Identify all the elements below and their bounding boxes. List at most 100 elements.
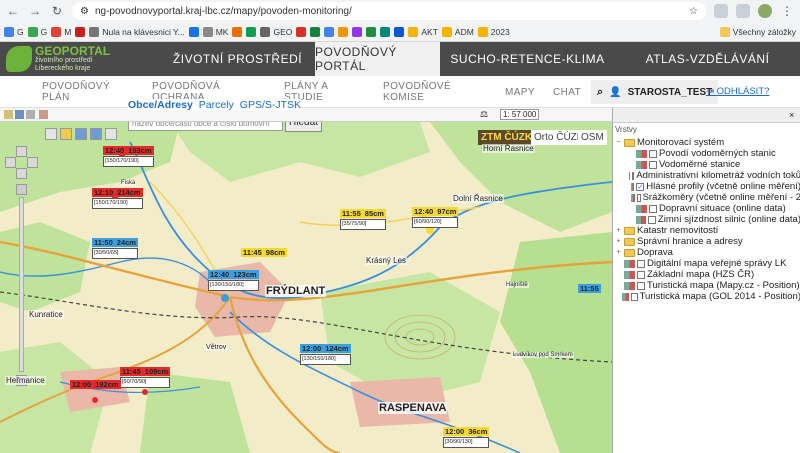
submenu-povodnove-komise[interactable]: POVODŇOVÉ KOMISE xyxy=(383,81,451,103)
layer-node[interactable]: ✓ Hlásné profily (včetně online měření) xyxy=(613,181,800,192)
back-tool-icon[interactable] xyxy=(75,128,87,140)
layer-checkbox[interactable] xyxy=(649,204,657,213)
pan-up-button[interactable] xyxy=(16,146,27,157)
bookmark-item[interactable]: G xyxy=(27,26,47,37)
layer-checkbox[interactable] xyxy=(649,160,657,169)
gauge-marker[interactable]: 11:45 109cm [60/70/90] xyxy=(120,367,171,388)
layer-node[interactable]: − Monitorovací systém xyxy=(613,137,800,148)
zoom-in-button[interactable] xyxy=(16,184,27,195)
layer-node[interactable]: + Katastr nemovitostí xyxy=(613,225,800,236)
layer-node[interactable]: + Doprava xyxy=(613,247,800,258)
extension-icon[interactable] xyxy=(714,4,728,18)
layer-checkbox[interactable] xyxy=(637,270,645,279)
layer-node[interactable]: Administrativní kilometráž vodních toků xyxy=(613,170,800,181)
expand-toggle-icon[interactable]: + xyxy=(615,227,622,234)
basemap-ztm[interactable]: ZTM ČÚZK xyxy=(478,130,536,145)
bookmark-item[interactable]: 2023 xyxy=(477,26,510,37)
layer-checkbox[interactable] xyxy=(637,281,645,290)
user-box[interactable]: ⌕ 👤 STAROSTA_TEST xyxy=(591,80,719,104)
panel-close-icon[interactable]: × xyxy=(789,110,794,120)
layer-node[interactable]: Povodí vodoměrných stanic xyxy=(613,148,800,159)
bookmark-item[interactable] xyxy=(310,26,321,37)
layer-node[interactable]: Digitální mapa veřejné správy LK xyxy=(613,258,800,269)
profile-avatar[interactable] xyxy=(758,4,772,18)
bookmark-item[interactable] xyxy=(338,26,349,37)
layer-checkbox[interactable] xyxy=(631,292,638,301)
gauge-marker[interactable]: 12:40 123cm [130/150/180] xyxy=(208,270,259,291)
measure-icon[interactable]: ⚖ xyxy=(480,109,488,120)
gauge-marker[interactable]: 12:00 192cm xyxy=(70,380,121,389)
scale-select[interactable]: 1: 57 000 xyxy=(500,109,540,120)
tab-zivotni-prostredi[interactable]: ŽIVOTNÍ PROSTŘEDÍ xyxy=(160,42,315,76)
bookmark-item[interactable]: Nula na klávesnici Y... xyxy=(89,26,185,37)
tab-atlas-vzdelavani[interactable]: ATLAS-VZDĚLÁVÁNÍ xyxy=(615,42,800,76)
address-search-input[interactable]: název obce/části obce a číslo domovní xyxy=(128,122,283,131)
bookmark-star-icon[interactable]: ☆ xyxy=(689,6,698,17)
bookmark-item[interactable]: ADM xyxy=(441,26,474,37)
hand-tool-icon[interactable] xyxy=(60,128,72,140)
layer-node[interactable]: Turistická mapa (GOL 2014 - Position) xyxy=(613,291,800,302)
basemap-osm[interactable]: OSM xyxy=(578,130,607,145)
expand-toggle-icon[interactable]: + xyxy=(615,249,622,256)
bookmark-item[interactable] xyxy=(394,26,405,37)
submenu-povodnovy-plan[interactable]: POVODŇOVÝ PLÁN xyxy=(42,81,110,103)
bookmark-item[interactable]: M xyxy=(51,26,71,37)
gauge-marker[interactable]: 11:55 xyxy=(578,284,605,293)
gauge-marker[interactable]: 12:40 97cm [60/90/120] xyxy=(412,207,459,228)
address-bar[interactable]: ⚙ ng-povodnovyportal.kraj-lbc.cz/mapy/po… xyxy=(72,2,706,20)
map-canvas[interactable]: název obce/části obce a číslo domovní Hl… xyxy=(0,122,612,453)
submenu-mapy[interactable]: MAPY xyxy=(505,87,535,98)
layer-node[interactable]: Dopravní situace (online data) xyxy=(613,203,800,214)
layer-node[interactable]: Základní mapa (HZS ČR) xyxy=(613,269,800,280)
layer-node[interactable]: Vodoměrné stanice xyxy=(613,159,800,170)
bookmark-item[interactable] xyxy=(188,26,199,37)
submenu-chat[interactable]: CHAT xyxy=(553,87,581,98)
layer-checkbox[interactable] xyxy=(637,259,645,268)
print-icon[interactable] xyxy=(26,110,35,119)
bookmark-item[interactable] xyxy=(246,26,257,37)
bookmark-item[interactable] xyxy=(75,26,86,37)
gauge-marker[interactable]: 11:50 24cm [30/50/65] xyxy=(92,238,138,259)
bookmark-item[interactable] xyxy=(296,26,307,37)
all-bookmarks[interactable]: Všechny záložky xyxy=(719,26,796,37)
tab-sucho-retence-klima[interactable]: SUCHO-RETENCE-KLIMA xyxy=(440,42,615,76)
puzzle-icon[interactable] xyxy=(736,4,750,18)
new-icon[interactable] xyxy=(4,110,13,119)
bookmark-item[interactable]: GEO xyxy=(260,26,292,37)
search-icon[interactable]: ⌕ xyxy=(597,86,603,99)
bookmark-item[interactable]: MK xyxy=(202,26,228,37)
reload-icon[interactable]: ↻ xyxy=(50,4,64,18)
edit-icon[interactable] xyxy=(39,110,48,119)
expand-toggle-icon[interactable]: + xyxy=(615,238,622,245)
bookmark-item[interactable] xyxy=(352,26,363,37)
layer-checkbox[interactable] xyxy=(631,171,635,180)
bookmark-item[interactable] xyxy=(380,26,391,37)
gauge-marker[interactable]: 11:55 85cm [35/75/90] xyxy=(340,209,386,230)
tab-povodnovy-portal[interactable]: POVODŇOVÝ PORTÁL xyxy=(315,42,440,76)
bookmark-item[interactable]: G xyxy=(4,26,24,37)
gauge-marker[interactable]: 12:10 214cm [150/170/190] xyxy=(92,188,143,209)
zoom-slider[interactable] xyxy=(19,197,24,372)
pan-right-button[interactable] xyxy=(27,157,38,168)
forward-icon[interactable]: → xyxy=(28,4,42,18)
bookmark-item[interactable] xyxy=(324,26,335,37)
mode-obce-adresy[interactable]: Obce/Adresy xyxy=(128,99,193,111)
gauge-marker[interactable]: 12:00 36cm [30/90/130] xyxy=(443,427,490,448)
save-icon[interactable] xyxy=(15,110,24,119)
layer-node[interactable]: Turistická mapa (Mapy.cz - Position) xyxy=(613,280,800,291)
logout-link[interactable]: ⇥ ODHLÁSIT? xyxy=(706,86,769,97)
back-icon[interactable]: ← xyxy=(6,4,20,18)
gauge-marker[interactable]: 11:45 98cm xyxy=(241,248,287,257)
expand-toggle-icon[interactable]: − xyxy=(615,139,622,146)
pan-down-button[interactable] xyxy=(16,168,27,179)
layer-node[interactable]: Srážkoměry (včetně online měření - 2 xyxy=(613,192,800,203)
site-info-icon[interactable]: ⚙ xyxy=(80,6,89,17)
forward-tool-icon[interactable] xyxy=(90,128,102,140)
pan-left-button[interactable] xyxy=(5,157,16,168)
layer-checkbox[interactable] xyxy=(636,193,641,202)
info-tool-icon[interactable] xyxy=(45,128,57,140)
gauge-marker[interactable]: 12:40 193cm [150/170/190] xyxy=(103,146,154,167)
layer-checkbox[interactable] xyxy=(649,149,657,158)
gauge-marker[interactable]: 12:00 124cm [130/150/180] xyxy=(300,344,351,365)
mode-gps[interactable]: GPS/S-JTSK xyxy=(240,99,301,111)
